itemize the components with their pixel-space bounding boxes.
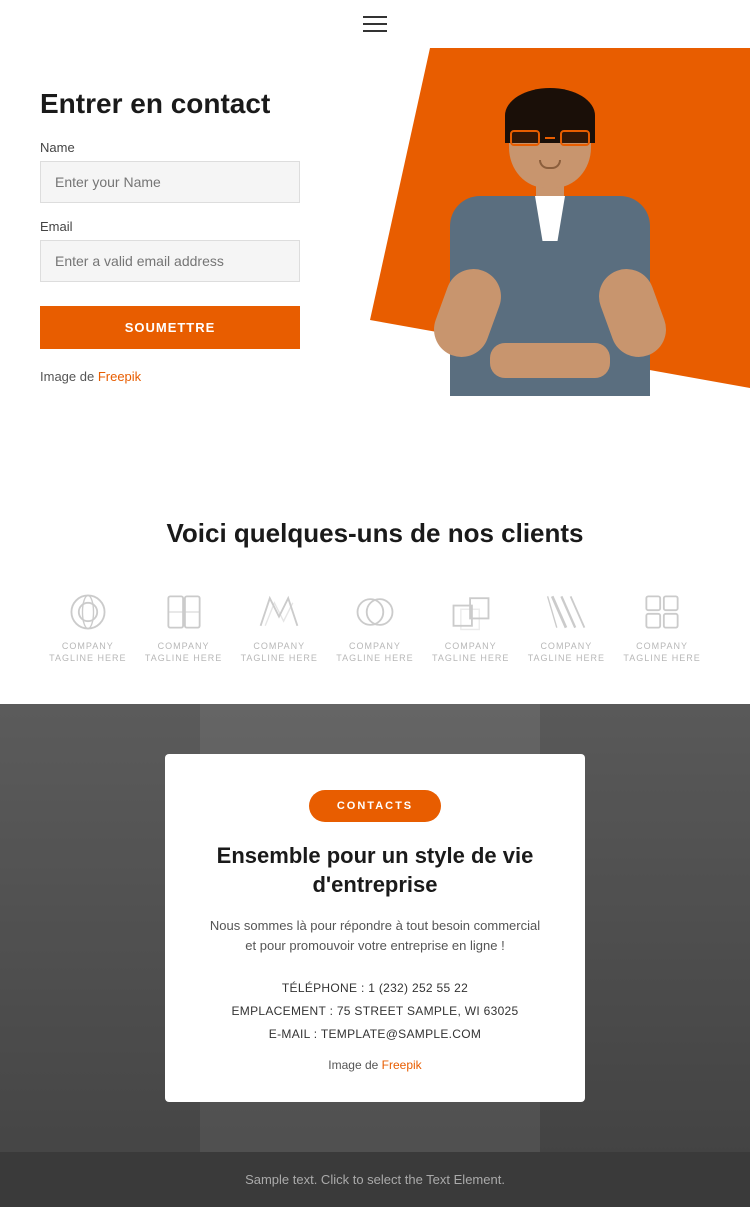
cta-section: CONTACTS Ensemble pour un style de vie d… [0,704,750,1151]
client-logo-3-tagline: TAGLINE HERE [241,653,318,665]
email-label: Email [40,219,340,234]
cta-contact-info: TÉLÉPHONE : 1 (232) 252 55 22 EMPLACEMEN… [205,977,545,1045]
hamburger-line-2 [363,23,387,25]
email-input[interactable] [40,240,300,282]
cta-card: CONTACTS Ensemble pour un style de vie d… [165,754,585,1101]
client-logo-7-name: COMPANY [623,641,700,653]
hamburger-line-1 [363,16,387,18]
contact-form-area: Entrer en contact Name Email SOUMETTRE I… [40,88,340,384]
image-credit: Image de Freepik [40,369,340,384]
client-logo-2-name: COMPANY [145,641,222,653]
name-form-group: Name [40,140,340,203]
client-logo-5: COMPANYTAGLINE HERE [432,589,509,664]
client-logo-7-tagline: TAGLINE HERE [623,653,700,665]
name-input[interactable] [40,161,300,203]
clients-logos-row: COMPANYTAGLINE HERE COMPANYTAGLINE HERE … [40,589,710,664]
client-logo-6-name: COMPANY [528,641,605,653]
clients-section: Voici quelques-uns de nos clients COMPAN… [0,468,750,704]
clients-title: Voici quelques-uns de nos clients [40,518,710,549]
client-logo-1: COMPANYTAGLINE HERE [49,589,126,664]
footer-text[interactable]: Sample text. Click to select the Text El… [20,1172,730,1187]
cta-phone: TÉLÉPHONE : 1 (232) 252 55 22 [205,977,545,1000]
client-logo-6: COMPANYTAGLINE HERE [528,589,605,664]
client-logo-1-name: COMPANY [49,641,126,653]
cta-freepik-link[interactable]: Freepik [382,1058,422,1072]
client-logo-4: COMPANYTAGLINE HERE [336,589,413,664]
client-logo-2-tagline: TAGLINE HERE [145,653,222,665]
freepik-link[interactable]: Freepik [98,369,141,384]
hero-person [350,58,750,458]
footer: Sample text. Click to select the Text El… [0,1152,750,1207]
client-logo-3-name: COMPANY [241,641,318,653]
client-logo-1-tagline: TAGLINE HERE [49,653,126,665]
name-label: Name [40,140,340,155]
client-logo-4-tagline: TAGLINE HERE [336,653,413,665]
client-logo-5-tagline: TAGLINE HERE [432,653,509,665]
contact-section: Entrer en contact Name Email SOUMETTRE I… [0,48,750,468]
hamburger-line-3 [363,30,387,32]
cta-location: EMPLACEMENT : 75 STREET SAMPLE, WI 63025 [205,1000,545,1023]
client-logo-6-tagline: TAGLINE HERE [528,653,605,665]
contacts-badge[interactable]: CONTACTS [309,790,441,822]
client-logo-7: COMPANYTAGLINE HERE [623,589,700,664]
submit-button[interactable]: SOUMETTRE [40,306,300,349]
contact-title: Entrer en contact [40,88,340,120]
client-logo-5-name: COMPANY [432,641,509,653]
client-logo-4-name: COMPANY [336,641,413,653]
cta-image-credit: Image de Freepik [205,1058,545,1072]
header [0,0,750,48]
email-form-group: Email [40,219,340,282]
hamburger-menu-button[interactable] [363,16,387,32]
client-logo-3: COMPANYTAGLINE HERE [241,589,318,664]
cta-headline: Ensemble pour un style de vie d'entrepri… [205,842,545,899]
cta-email: E-MAIL : TEMPLATE@SAMPLE.COM [205,1023,545,1046]
hero-image-area [310,48,750,468]
cta-description: Nous sommes là pour répondre à tout beso… [205,916,545,958]
client-logo-2: COMPANYTAGLINE HERE [145,589,222,664]
